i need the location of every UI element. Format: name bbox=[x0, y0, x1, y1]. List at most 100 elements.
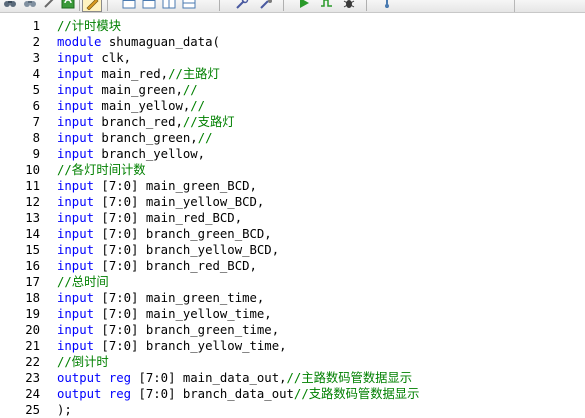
debug-icon[interactable] bbox=[341, 0, 357, 10]
code-line[interactable]: 25); bbox=[0, 402, 585, 418]
find-next-icon[interactable] bbox=[22, 0, 38, 10]
code-text: input [7:0] branch_green_BCD, bbox=[57, 226, 272, 242]
line-number: 22 bbox=[25, 355, 40, 369]
code-token: [7:0] main_green_time, bbox=[94, 291, 265, 305]
comment-token: //支路数码管数据显示 bbox=[293, 387, 420, 401]
wave-icon[interactable] bbox=[319, 0, 335, 10]
code-text: input main_green,// bbox=[57, 82, 198, 98]
code-line[interactable]: 21 input [7:0] branch_yellow_time, bbox=[0, 338, 585, 354]
line-number: 20 bbox=[25, 323, 40, 337]
code-line[interactable]: 3 input clk, bbox=[0, 50, 585, 66]
code-token: [7:0] main_yellow_BCD, bbox=[94, 195, 265, 209]
code-text: //计时模块 bbox=[57, 18, 121, 34]
line-number: 3 bbox=[32, 51, 40, 65]
code-line[interactable]: 18 input [7:0] main_green_time, bbox=[0, 290, 585, 306]
line-number: 18 bbox=[25, 291, 40, 305]
code-token: shumaguan_data( bbox=[101, 35, 220, 49]
code-text: ); bbox=[57, 402, 72, 418]
code-text: input [7:0] main_yellow_time, bbox=[57, 306, 272, 322]
code-token: branch_green, bbox=[94, 131, 198, 145]
keyword-token: input bbox=[57, 51, 95, 65]
comment-token: //主路灯 bbox=[168, 67, 220, 81]
code-token: [7:0] branch_green_BCD, bbox=[94, 227, 272, 241]
code-text: input branch_green,// bbox=[57, 130, 213, 146]
keyword-token: input bbox=[57, 291, 95, 305]
code-line[interactable]: 16 input [7:0] branch_red_BCD, bbox=[0, 258, 585, 274]
window-icon-2[interactable] bbox=[141, 0, 157, 10]
code-token: [7:0] branch_yellow_BCD, bbox=[94, 243, 280, 257]
code-line[interactable]: 7 input branch_red,//支路灯 bbox=[0, 114, 585, 130]
find-icon[interactable] bbox=[2, 0, 18, 10]
code-text: input [7:0] branch_green_time, bbox=[57, 322, 279, 338]
probe-icon[interactable] bbox=[379, 0, 395, 10]
window-icon-4[interactable] bbox=[181, 0, 197, 10]
comment-token: // bbox=[190, 99, 206, 113]
code-text: //倒计时 bbox=[57, 354, 109, 370]
code-line[interactable]: 9 input branch_yellow, bbox=[0, 146, 585, 162]
line-number: 2 bbox=[32, 35, 40, 49]
code-text: input [7:0] main_green_BCD, bbox=[57, 178, 257, 194]
code-token: [7:0] main_green_BCD, bbox=[94, 179, 257, 193]
comment-token: //主路数码管数据显示 bbox=[286, 371, 413, 385]
keyword-token: input bbox=[57, 243, 95, 257]
code-line[interactable]: 20 input [7:0] branch_green_time, bbox=[0, 322, 585, 338]
keyword-token: input bbox=[57, 211, 95, 225]
code-token: main_yellow, bbox=[94, 99, 191, 113]
code-text: input [7:0] main_red_BCD, bbox=[57, 210, 242, 226]
keyword-token: output bbox=[57, 387, 102, 401]
code-line[interactable]: 2 module shumaguan_data( bbox=[0, 34, 585, 50]
refresh-icon[interactable] bbox=[60, 0, 76, 10]
window-icon-3[interactable] bbox=[161, 0, 177, 10]
code-token: branch_yellow, bbox=[94, 147, 206, 161]
code-text: input clk, bbox=[57, 50, 131, 66]
code-line[interactable]: 24 output reg [7:0] branch_data_out//支路数码… bbox=[0, 386, 585, 402]
code-line[interactable]: 11 input [7:0] main_green_BCD, bbox=[0, 178, 585, 194]
code-line[interactable]: 10 //各灯时间计数 bbox=[0, 162, 585, 178]
code-line[interactable]: 12 input [7:0] main_yellow_BCD, bbox=[0, 194, 585, 210]
comment-token: // bbox=[182, 83, 198, 97]
line-number: 19 bbox=[25, 307, 40, 321]
code-line[interactable]: 17 //总时间 bbox=[0, 274, 585, 290]
code-text: input [7:0] main_yellow_BCD, bbox=[57, 194, 264, 210]
line-number: 17 bbox=[25, 275, 40, 289]
code-line[interactable]: 5 input main_green,// bbox=[0, 82, 585, 98]
code-line[interactable]: 4 input main_red,//主路灯 bbox=[0, 66, 585, 82]
compile-icon[interactable] bbox=[258, 0, 274, 10]
edit-icon[interactable] bbox=[82, 0, 102, 12]
keyword-token: input bbox=[57, 115, 95, 129]
code-text: input branch_yellow, bbox=[57, 146, 205, 162]
code-text: input [7:0] branch_red_BCD, bbox=[57, 258, 257, 274]
line-number: 13 bbox=[25, 211, 40, 225]
code-text: output reg [7:0] main_data_out,//主路数码管数据… bbox=[57, 370, 412, 386]
keyword-token: input bbox=[57, 131, 95, 145]
line-number: 11 bbox=[25, 179, 40, 193]
replace-icon[interactable] bbox=[42, 0, 58, 10]
keyword-token: input bbox=[57, 307, 95, 321]
toolbar-edge bbox=[514, 0, 515, 12]
line-number: 6 bbox=[32, 99, 40, 113]
code-text: //总时间 bbox=[57, 274, 109, 290]
comment-token: //计时模块 bbox=[57, 19, 121, 33]
code-line[interactable]: 8 input branch_green,// bbox=[0, 130, 585, 146]
window-icon-1[interactable] bbox=[121, 0, 137, 10]
code-line[interactable]: 22 //倒计时 bbox=[0, 354, 585, 370]
code-line[interactable]: 1 //计时模块 bbox=[0, 18, 585, 34]
keyword-token: input bbox=[57, 227, 95, 241]
run-icon[interactable] bbox=[296, 0, 312, 10]
keyword-token: input bbox=[57, 339, 95, 353]
code-line[interactable]: 13 input [7:0] main_red_BCD, bbox=[0, 210, 585, 226]
keyword-token: input bbox=[57, 179, 95, 193]
line-number: 7 bbox=[32, 115, 40, 129]
code-line[interactable]: 19 input [7:0] main_yellow_time, bbox=[0, 306, 585, 322]
code-line[interactable]: 15 input [7:0] branch_yellow_BCD, bbox=[0, 242, 585, 258]
code-line[interactable]: 6 input main_yellow,// bbox=[0, 98, 585, 114]
code-text: //各灯时间计数 bbox=[57, 162, 146, 178]
code-line[interactable]: 14 input [7:0] branch_green_BCD, bbox=[0, 226, 585, 242]
code-editor[interactable]: 1 //计时模块 2 module shumaguan_data(3 input clk… bbox=[0, 17, 585, 417]
comment-token: //倒计时 bbox=[57, 355, 109, 369]
line-number: 15 bbox=[25, 243, 40, 257]
code-line[interactable]: 23 output reg [7:0] main_data_out,//主路数码管… bbox=[0, 370, 585, 386]
tools-icon[interactable] bbox=[234, 0, 250, 10]
line-number: 1 bbox=[32, 19, 40, 33]
